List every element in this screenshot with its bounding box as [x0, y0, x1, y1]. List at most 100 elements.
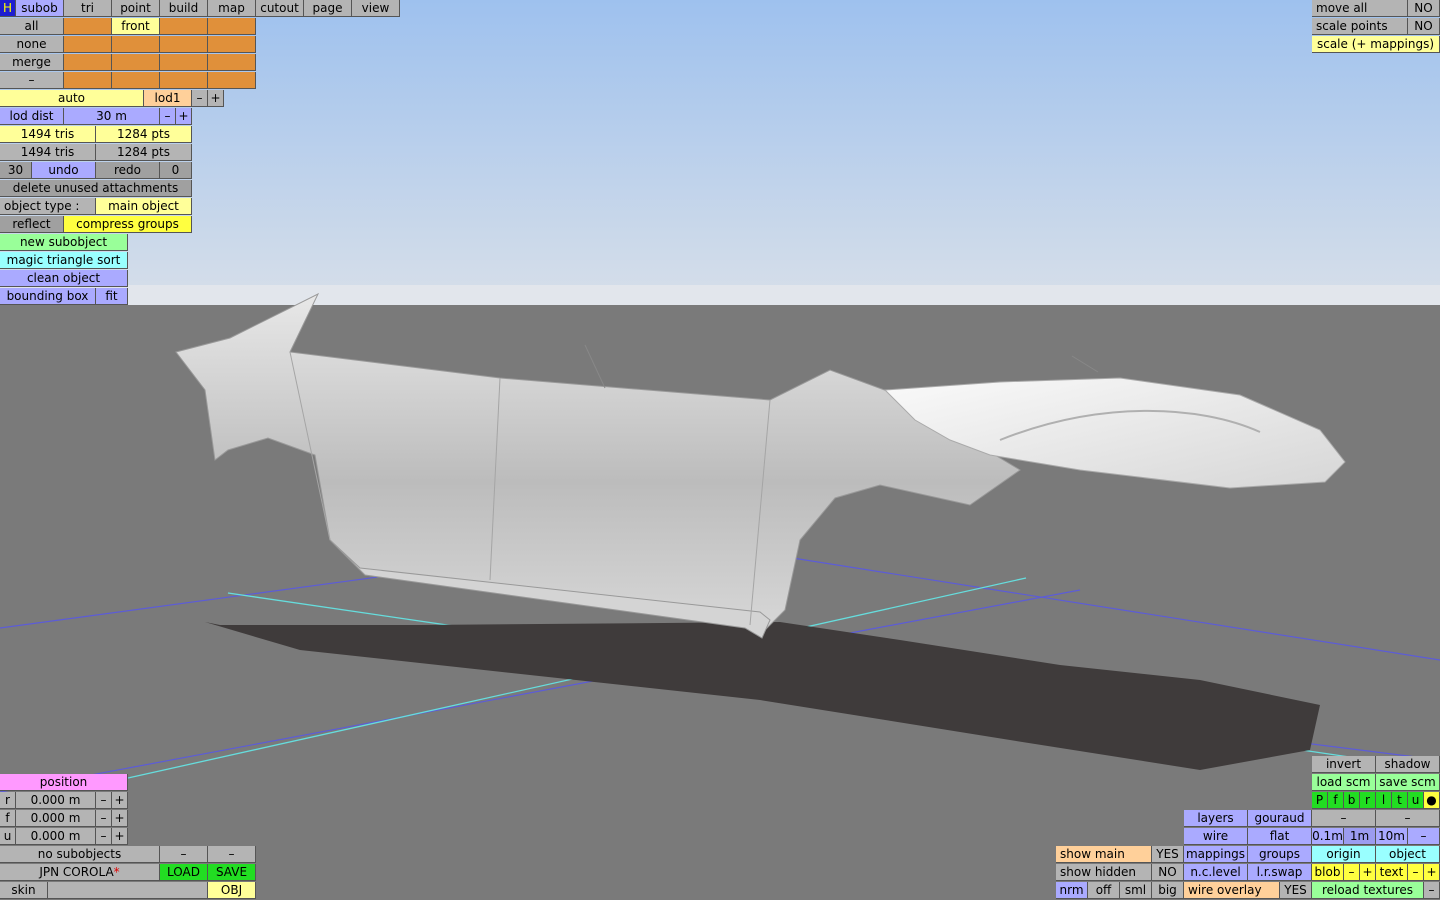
3d-viewport[interactable] — [0, 0, 1440, 900]
size-off-button[interactable]: off — [1088, 882, 1120, 899]
show-hidden-toggle[interactable]: NO — [1152, 864, 1184, 881]
position-f-plus[interactable]: + — [112, 810, 128, 827]
skin-field[interactable] — [48, 882, 208, 899]
subob-slot[interactable] — [112, 36, 160, 53]
save-button[interactable]: SAVE — [208, 864, 256, 881]
fit-button[interactable]: fit — [96, 288, 128, 305]
compress-groups-button[interactable]: compress groups — [64, 216, 192, 233]
tab-view[interactable]: view — [352, 0, 400, 17]
origin-button[interactable]: origin — [1312, 846, 1376, 863]
tab-tri[interactable]: tri — [64, 0, 112, 17]
subob-slot[interactable] — [64, 54, 112, 71]
clean-object-button[interactable]: clean object — [0, 270, 128, 287]
layers-button[interactable]: layers — [1184, 810, 1248, 827]
subob-slot-front[interactable]: front — [112, 18, 160, 35]
step-minus-button[interactable]: – — [1408, 828, 1440, 845]
view-u-button[interactable]: u — [1408, 792, 1424, 809]
position-u-field[interactable]: 0.000 m — [16, 828, 96, 845]
lr-swap-button[interactable]: l.r.swap — [1248, 864, 1312, 881]
subob-slot[interactable] — [208, 18, 256, 35]
position-f-field[interactable]: 0.000 m — [16, 810, 96, 827]
view-t-button[interactable]: t — [1392, 792, 1408, 809]
position-u-plus[interactable]: + — [112, 828, 128, 845]
undo-button[interactable]: undo — [32, 162, 96, 179]
lod-auto-button[interactable]: auto — [0, 90, 144, 107]
size-big-button[interactable]: big — [1152, 882, 1184, 899]
tab-point[interactable]: point — [112, 0, 160, 17]
scale-mappings-button[interactable]: scale (+ mappings) — [1312, 36, 1440, 53]
tab-page[interactable]: page — [304, 0, 352, 17]
blob-button[interactable]: blob — [1312, 864, 1344, 881]
subob-slot[interactable] — [160, 72, 208, 89]
subobject-minus-button-2[interactable]: – — [208, 846, 256, 863]
view-f-button[interactable]: f — [1328, 792, 1344, 809]
text-plus-button[interactable]: + — [1424, 864, 1440, 881]
view-dot-button[interactable]: ● — [1424, 792, 1440, 809]
blob-plus-button[interactable]: + — [1360, 864, 1376, 881]
subob-slot[interactable] — [208, 36, 256, 53]
text-button[interactable]: text — [1376, 864, 1408, 881]
position-r-minus[interactable]: – — [96, 792, 112, 809]
reflect-button[interactable]: reflect — [0, 216, 64, 233]
tab-map[interactable]: map — [208, 0, 256, 17]
lod-minus-button[interactable]: – — [192, 90, 208, 107]
reload-textures-button[interactable]: reload textures — [1312, 882, 1424, 899]
invert-button[interactable]: invert — [1312, 756, 1376, 773]
scale-points-toggle[interactable]: NO — [1408, 18, 1440, 35]
subobject-selector[interactable]: no subobjects — [0, 846, 160, 863]
view-p-button[interactable]: P — [1312, 792, 1328, 809]
position-r-plus[interactable]: + — [112, 792, 128, 809]
tab-build[interactable]: build — [160, 0, 208, 17]
menu-h-button[interactable]: H — [0, 0, 16, 17]
gouraud-button[interactable]: gouraud — [1248, 810, 1312, 827]
blob-minus-button[interactable]: – — [1344, 864, 1360, 881]
view-l-button[interactable]: l — [1376, 792, 1392, 809]
subob-slot[interactable] — [208, 72, 256, 89]
step-10m-button[interactable]: 10m — [1376, 828, 1408, 845]
text-minus-button[interactable]: – — [1408, 864, 1424, 881]
position-f-minus[interactable]: – — [96, 810, 112, 827]
subob-slot[interactable] — [64, 18, 112, 35]
lod-dist-value[interactable]: 30 m — [64, 108, 160, 125]
flat-button[interactable]: flat — [1248, 828, 1312, 845]
model-name[interactable]: JPN COROLA* — [0, 864, 160, 881]
subob-slot[interactable] — [64, 36, 112, 53]
step-1m-button[interactable]: 1m — [1344, 828, 1376, 845]
subob-slot[interactable] — [160, 54, 208, 71]
subob-slot[interactable] — [160, 18, 208, 35]
save-scm-button[interactable]: save scm — [1376, 774, 1440, 791]
view-b-button[interactable]: b — [1344, 792, 1360, 809]
new-subobject-button[interactable]: new subobject — [0, 234, 128, 251]
object-type-value[interactable]: main object — [96, 198, 192, 215]
subob-slot[interactable] — [208, 54, 256, 71]
subobject-minus-button[interactable]: – — [160, 846, 208, 863]
subob-slot[interactable] — [112, 54, 160, 71]
groups-button[interactable]: groups — [1248, 846, 1312, 863]
lod-dist-minus-button[interactable]: – — [160, 108, 176, 125]
subob-slot[interactable] — [64, 72, 112, 89]
object-button[interactable]: object — [1376, 846, 1440, 863]
magic-triangle-sort-button[interactable]: magic triangle sort — [0, 252, 128, 269]
show-main-toggle[interactable]: YES — [1152, 846, 1184, 863]
size-small-button[interactable]: sml — [1120, 882, 1152, 899]
subob-slot[interactable] — [160, 36, 208, 53]
bounding-box-button[interactable]: bounding box — [0, 288, 96, 305]
step-0-1m-button[interactable]: 0.1m — [1312, 828, 1344, 845]
position-u-minus[interactable]: – — [96, 828, 112, 845]
tab-subob[interactable]: subob — [16, 0, 64, 17]
subob-slot[interactable] — [112, 72, 160, 89]
select-none-button[interactable]: none — [0, 36, 64, 53]
move-all-toggle[interactable]: NO — [1408, 0, 1440, 17]
mappings-button[interactable]: mappings — [1184, 846, 1248, 863]
zoom-minus-button[interactable]: – — [1312, 810, 1376, 827]
delete-unused-attachments-button[interactable]: delete unused attachments — [0, 180, 192, 197]
wire-overlay-toggle[interactable]: YES — [1280, 882, 1312, 899]
select-all-button[interactable]: all — [0, 18, 64, 35]
view-r-button[interactable]: r — [1360, 792, 1376, 809]
load-button[interactable]: LOAD — [160, 864, 208, 881]
zoom-minus-button-2[interactable]: – — [1376, 810, 1440, 827]
normal-size-button[interactable]: nrm — [1056, 882, 1088, 899]
lod-level[interactable]: lod1 — [144, 90, 192, 107]
tab-cutout[interactable]: cutout — [256, 0, 304, 17]
wire-button[interactable]: wire — [1184, 828, 1248, 845]
